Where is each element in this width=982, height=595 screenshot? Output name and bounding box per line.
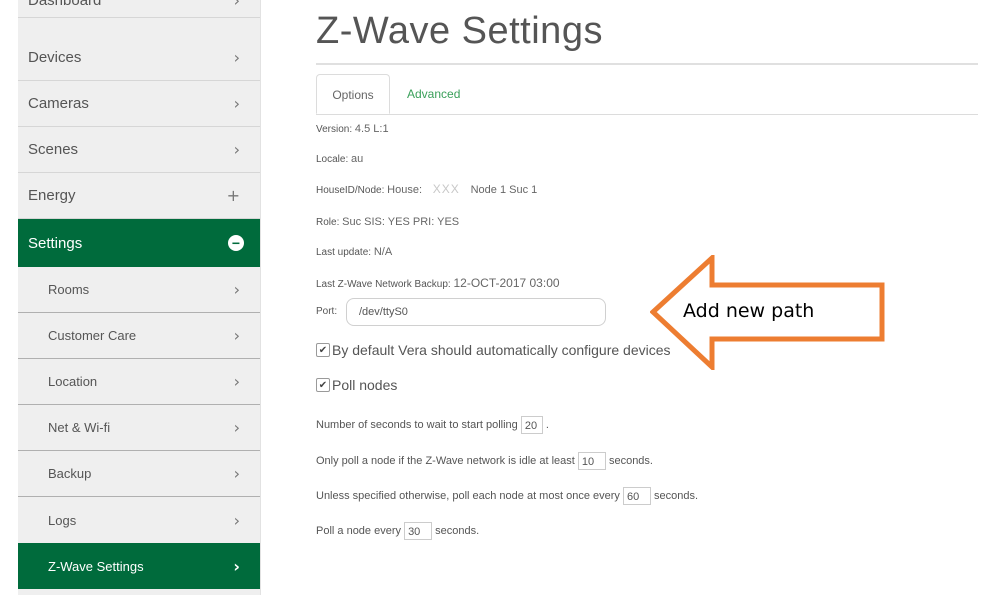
poll-idle-label: Only poll a node if the Z-Wave network i… [316, 454, 575, 467]
sidebar-subitem-net-wifi[interactable]: Net & Wi-fi › [18, 405, 260, 451]
plus-icon: + [226, 186, 240, 205]
sidebar-item-cameras[interactable]: Cameras › [18, 81, 260, 127]
sidebar-item-label: Settings [28, 234, 83, 252]
sidebar-item-label: Scenes [28, 141, 79, 158]
sidebar-subitem-customer-care[interactable]: Customer Care › [18, 313, 260, 359]
chevron-right-icon: › [233, 280, 240, 299]
sidebar-item-label: Z-Wave Settings [48, 558, 144, 574]
houseid-label: HouseID/Node: [316, 185, 385, 196]
sidebar-subitem-logs[interactable]: Logs › [18, 497, 260, 543]
houseid-node-value: Node 1 Suc 1 [470, 184, 538, 196]
poll-idle-row: Only poll a node if the Z-Wave network i… [316, 452, 653, 470]
poll-wait-suffix: . [545, 418, 549, 431]
tab-options[interactable]: Options [316, 74, 390, 114]
poll-once-input[interactable]: 60 [622, 487, 651, 505]
port-label: Port: [316, 306, 338, 317]
locale-label: Locale: [316, 154, 349, 165]
backup-value: 12-OCT-2017 03:00 [453, 276, 560, 290]
sidebar-item-label: Customer Care [48, 328, 137, 343]
sidebar-item-label: Location [48, 374, 98, 389]
chevron-right-icon: › [233, 140, 240, 159]
tab-advanced[interactable]: Advanced [407, 74, 460, 114]
sidebar-subitem-backup[interactable]: Backup › [18, 451, 260, 497]
poll-nodes-checkbox[interactable]: ✔ [316, 378, 330, 392]
houseid-row: HouseID/Node: House: XXX Node 1 Suc 1 [316, 182, 537, 196]
sidebar-subitem-zwave-settings[interactable]: Z-Wave Settings › [18, 543, 260, 589]
poll-every-input[interactable]: 30 [404, 522, 433, 540]
version-label: Version: [316, 124, 353, 135]
locale-row: Locale: au [316, 153, 363, 165]
sidebar-item-label: Net & Wi-fi [48, 420, 111, 435]
poll-wait-input[interactable]: 20 [520, 416, 543, 434]
sidebar-item-label: Logs [48, 512, 77, 528]
last-update-row: Last update: N/A [316, 246, 392, 258]
poll-idle-input[interactable]: 10 [577, 452, 606, 470]
auto-configure-checkbox-row[interactable]: ✔ By default Vera should automatically c… [316, 342, 671, 358]
sidebar-item-dashboard[interactable]: Dashboard › [18, 0, 260, 18]
sidebar-subitem-location[interactable]: Location › [18, 359, 260, 405]
tab-bar: Options Advanced [316, 74, 978, 115]
poll-nodes-checkbox-row[interactable]: ✔ Poll nodes [316, 377, 397, 393]
last-update-value: N/A [373, 246, 393, 258]
chevron-right-icon: › [233, 372, 240, 391]
poll-every-label: Poll a node every [316, 524, 401, 537]
sidebar: Dashboard › Devices › Cameras › Scenes ›… [18, 0, 261, 595]
sidebar-item-label: Energy [28, 187, 76, 204]
role-row: Role: Suc SIS: YES PRI: YES [316, 216, 459, 228]
backup-label: Last Z-Wave Network Backup: [316, 279, 451, 290]
poll-wait-label: Number of seconds to wait to start polli… [316, 418, 518, 431]
role-label: Role: [316, 217, 340, 228]
sidebar-item-label: Devices [28, 49, 82, 66]
annotation-label: Add new path [683, 300, 815, 322]
poll-every-row: Poll a node every 30 seconds. [316, 522, 479, 540]
sidebar-item-label: Rooms [48, 282, 90, 297]
sidebar-item-scenes[interactable]: Scenes › [18, 127, 260, 173]
chevron-right-icon: › [233, 326, 240, 345]
sidebar-item-label: Cameras [28, 95, 89, 112]
sidebar-item-label: Dashboard [28, 0, 102, 9]
version-value: 4.5 L:1 [354, 123, 389, 135]
role-value: Suc SIS: YES PRI: YES [342, 216, 460, 228]
auto-configure-label: By default Vera should automatically con… [332, 342, 671, 358]
version-row: Version: 4.5 L:1 [316, 123, 389, 135]
port-input[interactable] [346, 298, 606, 326]
houseid-house-label: House: [387, 184, 423, 196]
backup-row: Last Z-Wave Network Backup: 12-OCT-2017 … [316, 276, 560, 290]
chevron-right-icon: › [233, 48, 240, 67]
locale-value: au [351, 153, 364, 165]
auto-configure-checkbox[interactable]: ✔ [316, 343, 330, 357]
chevron-right-icon: › [233, 510, 240, 530]
page-title: Z-Wave Settings [316, 10, 603, 52]
minus-circle-icon: − [228, 235, 244, 251]
last-update-label: Last update: [316, 247, 372, 258]
poll-once-label: Unless specified otherwise, poll each no… [316, 489, 620, 502]
sidebar-item-energy[interactable]: Energy + [18, 173, 260, 219]
poll-nodes-label: Poll nodes [332, 377, 398, 393]
poll-idle-suffix: seconds. [608, 454, 653, 467]
poll-every-suffix: seconds. [435, 524, 480, 537]
title-divider [316, 63, 978, 65]
houseid-masked-value: XXX [432, 182, 460, 196]
chevron-right-icon: › [233, 94, 240, 113]
sidebar-item-label: Backup [48, 466, 92, 481]
sidebar-subitem-rooms[interactable]: Rooms › [18, 267, 260, 313]
poll-wait-row: Number of seconds to wait to start polli… [316, 416, 549, 434]
sidebar-item-settings[interactable]: Settings − [18, 219, 260, 267]
chevron-right-icon: › [233, 418, 240, 437]
poll-once-suffix: seconds. [654, 489, 699, 502]
chevron-right-icon: › [233, 0, 240, 10]
chevron-right-icon: › [233, 556, 240, 576]
poll-once-row: Unless specified otherwise, poll each no… [316, 487, 698, 505]
sidebar-item-devices[interactable]: Devices › [18, 35, 260, 81]
chevron-right-icon: › [233, 464, 240, 483]
